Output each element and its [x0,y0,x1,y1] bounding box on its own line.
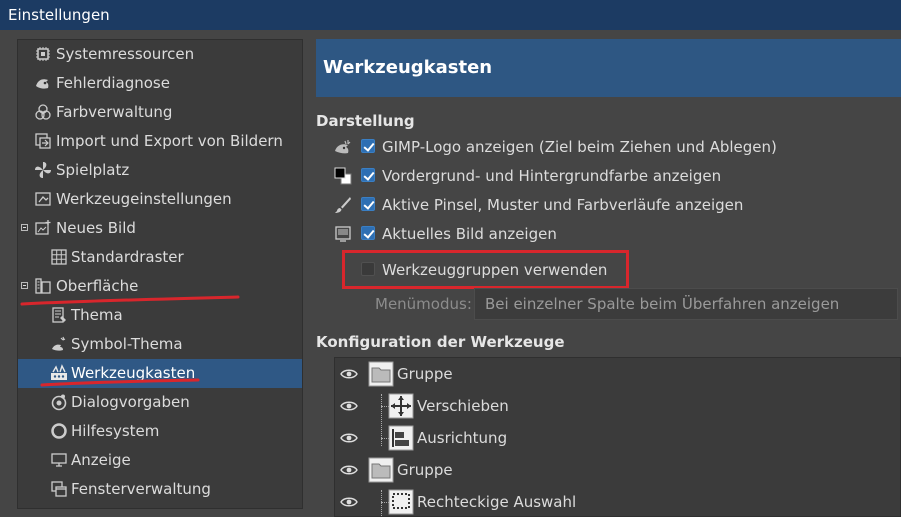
window-title: Einstellungen [8,6,110,24]
theme-icon [52,307,66,323]
section-title-darstellung: Darstellung [316,112,415,130]
option-label: Aktuelles Bild anzeigen [382,225,557,243]
tool-options-icon [35,192,51,206]
sidebar-item-dialogvorgaben[interactable]: Dialogvorgaben [18,388,302,417]
tool-row-label: Gruppe [397,365,453,383]
option-show-current-image[interactable]: Aktuelles Bild anzeigen [334,222,894,248]
preferences-content: Werkzeugkasten Darstellung GIMP-Logo anz… [316,39,901,517]
sidebar-item-standardraster[interactable]: Standardraster [18,243,302,272]
sidebar-item-label: Systemressourcen [56,45,195,63]
wilber-icon [335,140,351,154]
option-label: Aktive Pinsel, Muster und Farbverläufe a… [382,196,744,214]
tool-row-label: Verschieben [417,397,509,415]
tool-row-label: Ausrichtung [417,429,508,447]
sidebar-item-label: Dialogvorgaben [71,393,190,411]
eye-icon[interactable] [340,463,358,477]
sidebar-item-werkzeugeinstellungen[interactable]: Werkzeugeinstellungen [18,185,302,214]
sidebar-item-label: Import und Export von Bildern [56,132,283,150]
sidebar-item-farbverwaltung[interactable]: Farbverwaltung [18,98,302,127]
fg-bg-color-icon [334,167,352,185]
help-ring-icon [51,423,67,439]
option-show-active-brushes[interactable]: Aktive Pinsel, Muster und Farbverläufe a… [334,193,894,219]
sidebar-item-hilfesystem[interactable]: Hilfesystem [18,417,302,446]
new-image-icon [35,220,51,235]
sidebar-item-import-export[interactable]: Import und Export von Bildern [18,127,302,156]
rect-select-icon [388,489,414,515]
sidebar-item-label: Fehlerdiagnose [56,74,170,92]
sidebar-item-fehlerdiagnose[interactable]: Fehlerdiagnose [18,69,302,98]
menu-mode-select[interactable]: Bei einzelner Spalte beim Überfahren anz… [474,288,898,320]
sidebar-item-spielplatz[interactable]: Spielplatz [18,156,302,185]
move-tool-icon [388,393,414,419]
annotation-underline-oberflaeche [20,295,240,306]
annotation-underline-werkzeugkasten [40,378,200,387]
option-label: Vordergrund- und Hintergrundfarbe anzeig… [382,167,722,185]
display-icon [51,453,67,467]
checkbox[interactable] [361,197,375,211]
sidebar-item-label: Oberfläche [56,277,139,295]
bug-wilber-icon [36,79,49,89]
sidebar-item-label: Farbverwaltung [56,103,173,121]
tool-group-row[interactable]: Gruppe [335,454,900,486]
import-export-icon [35,133,51,149]
sidebar-item-label: Neues Bild [56,219,136,237]
sidebar-item-label: Werkzeugeinstellungen [56,190,232,208]
folder-icon [368,457,394,483]
pinwheel-icon [35,162,51,178]
interface-icon [35,278,51,294]
sidebar-item-label: Symbol-Thema [71,335,183,353]
eye-icon[interactable] [340,399,358,413]
checkbox[interactable] [361,139,375,153]
page-title: Werkzeugkasten [316,39,901,97]
color-circles-icon [35,104,51,120]
sidebar-item-label: Hilfesystem [71,422,160,440]
checkbox[interactable] [361,168,375,182]
collapse-toggle[interactable] [21,282,28,289]
window-title-bar: Einstellungen [0,0,901,30]
image-icon [335,226,351,242]
tool-row-label: Rechteckige Auswahl [417,493,577,511]
tool-row-move[interactable]: Verschieben [335,390,900,422]
tool-group-row[interactable]: Gruppe [335,358,900,390]
dialog-defaults-icon [51,394,67,411]
checkbox[interactable] [361,226,375,240]
folder-icon [368,361,394,387]
grid-icon [51,249,67,265]
brush-icon [335,197,351,213]
icon-theme-icon [52,336,66,351]
sidebar-item-label: Fensterverwaltung [71,480,211,498]
chip-icon [36,47,50,61]
sidebar-item-fensterverwaltung[interactable]: Fensterverwaltung [18,475,302,504]
sidebar-item-label: Thema [71,306,123,324]
annotation-highlight-box [342,250,629,289]
eye-icon[interactable] [340,367,358,381]
align-tool-icon [388,425,414,451]
eye-icon[interactable] [340,495,358,509]
tool-row-align[interactable]: Ausrichtung [335,422,900,454]
sidebar-item-symbol-thema[interactable]: Symbol-Thema [18,330,302,359]
sidebar-item-systemressourcen[interactable]: Systemressourcen [18,40,302,69]
sidebar-item-anzeige[interactable]: Anzeige [18,446,302,475]
preferences-sidebar[interactable]: Systemressourcen Fehlerdiagnose Farbverw… [17,39,303,509]
section-title-tools-config: Konfiguration der Werkzeuge [316,333,565,351]
sidebar-item-label: Standardraster [71,248,184,266]
option-show-gimp-logo[interactable]: GIMP-Logo anzeigen (Ziel beim Ziehen und… [334,135,894,161]
sidebar-item-label: Anzeige [71,451,131,469]
sidebar-item-neues-bild[interactable]: Neues Bild [18,214,302,243]
option-label: GIMP-Logo anzeigen (Ziel beim Ziehen und… [382,138,777,156]
window-management-icon [51,481,67,497]
eye-icon[interactable] [340,431,358,445]
collapse-toggle[interactable] [21,224,28,231]
tool-row-label: Gruppe [397,461,453,479]
option-show-fg-bg-color[interactable]: Vordergrund- und Hintergrundfarbe anzeig… [334,164,894,190]
sidebar-item-label: Spielplatz [56,161,130,179]
tools-config-list[interactable]: Gruppe Verschieben Ausrichtung Gruppe Re… [334,357,901,517]
menu-mode-label: Menümodus: [375,295,472,313]
